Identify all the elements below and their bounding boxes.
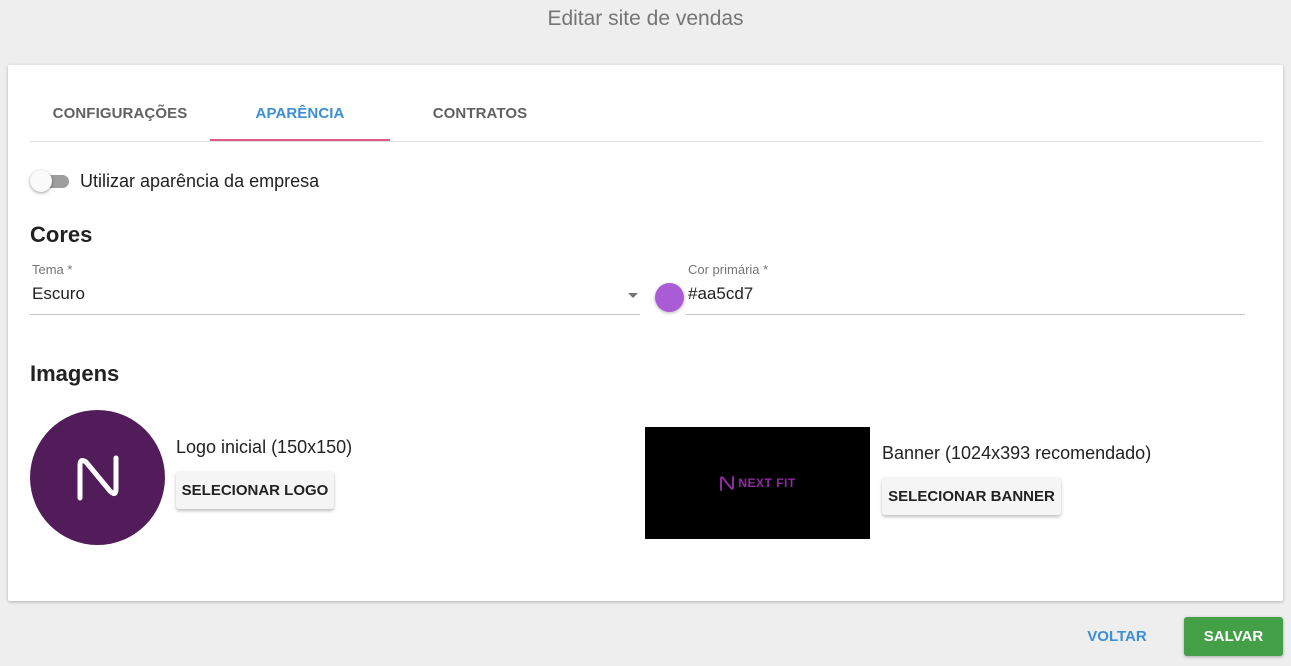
primary-color-label: Cor primária *: [688, 262, 769, 277]
theme-label: Tema *: [32, 262, 73, 277]
select-banner-button[interactable]: SELECIONAR BANNER: [882, 477, 1061, 515]
banner-label: Banner (1024x393 recomendado): [882, 443, 1152, 463]
primary-color-field[interactable]: Cor primária * #aa5cd7: [686, 262, 1245, 315]
theme-value: Escuro: [32, 284, 85, 303]
logo-label: Logo inicial (150x150): [176, 437, 353, 457]
page-title: Editar site de vendas: [547, 7, 744, 30]
tab-aparencia[interactable]: APARÊNCIA: [210, 93, 390, 141]
primary-color-swatch[interactable]: [655, 283, 684, 312]
toggle-label: Utilizar aparência da empresa: [80, 170, 320, 191]
banner-preview: NEXT FIT: [645, 427, 870, 539]
tab-configuracoes[interactable]: CONFIGURAÇÕES: [30, 93, 210, 141]
settings-card: CONFIGURAÇÕES APARÊNCIA CONTRATOS Utiliz…: [8, 65, 1283, 601]
nextfit-n-logo-icon: [77, 455, 118, 500]
nextfit-brand-icon: [720, 475, 735, 491]
save-button[interactable]: SALVAR: [1184, 617, 1283, 656]
back-button[interactable]: VOLTAR: [1080, 617, 1154, 656]
section-title-cores: Cores: [30, 222, 93, 247]
company-appearance-toggle-row: Utilizar aparência da empresa: [30, 169, 319, 193]
section-title-imagens: Imagens: [30, 361, 120, 386]
tab-bar: CONFIGURAÇÕES APARÊNCIA CONTRATOS: [30, 65, 1262, 142]
toggle-thumb: [30, 170, 52, 192]
logo-preview: [30, 410, 165, 545]
tab-contratos[interactable]: CONTRATOS: [390, 93, 570, 141]
theme-select[interactable]: Tema * Escuro: [30, 262, 640, 315]
primary-color-value[interactable]: #aa5cd7: [688, 284, 753, 304]
select-logo-button[interactable]: SELECIONAR LOGO: [176, 471, 334, 509]
dropdown-arrow-icon[interactable]: [628, 293, 638, 298]
company-appearance-toggle[interactable]: [30, 169, 70, 193]
banner-brand-text: NEXT FIT: [738, 476, 796, 490]
